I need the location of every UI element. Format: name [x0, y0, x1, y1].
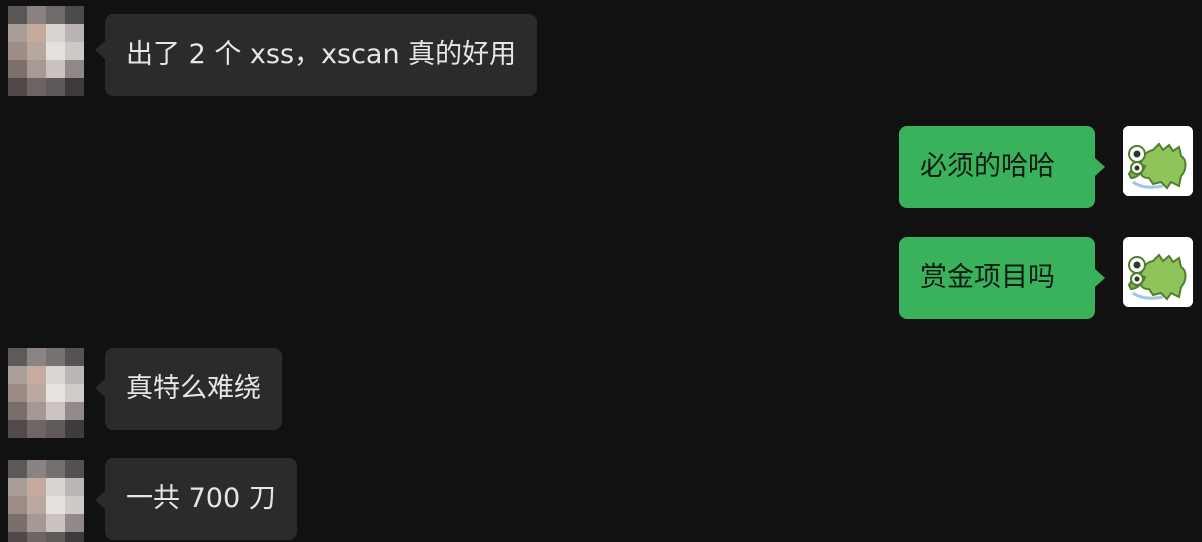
message-bubble[interactable]: 一共 700 刀	[105, 458, 297, 540]
message-text: 赏金项目吗	[920, 262, 1055, 293]
message-row: 一共 700 刀	[0, 452, 1202, 542]
message-text: 一共 700 刀	[126, 483, 276, 514]
bubble-tail	[95, 379, 105, 397]
message-bubble[interactable]: 赏金项目吗	[899, 237, 1095, 319]
message-bubble[interactable]: 真特么难绕	[105, 348, 282, 430]
message-text: 必须的哈哈	[920, 151, 1055, 182]
green-crocodile-sticker-avatar[interactable]	[1123, 237, 1193, 307]
message-row: 出了 2 个 xss，xscan 真的好用	[0, 0, 1202, 100]
message-text: 真特么难绕	[126, 373, 261, 404]
bubble-tail	[95, 41, 105, 59]
message-bubble[interactable]: 出了 2 个 xss，xscan 真的好用	[105, 14, 538, 96]
avatar[interactable]	[8, 6, 84, 96]
chat-window: 出了 2 个 xss，xscan 真的好用 必须的哈哈 赏金项目吗 真特么难绕 …	[0, 0, 1202, 542]
bubble-tail	[95, 491, 105, 509]
bubble-tail	[1095, 158, 1105, 176]
message-text: 出了 2 个 xss，xscan 真的好用	[126, 39, 517, 70]
bubble-tail	[1095, 269, 1105, 287]
message-row: 必须的哈哈	[0, 118, 1202, 218]
message-row: 真特么难绕	[0, 340, 1202, 450]
message-bubble[interactable]: 必须的哈哈	[899, 126, 1095, 208]
avatar[interactable]	[8, 348, 84, 438]
crocodile-icon	[1123, 126, 1193, 196]
avatar[interactable]	[8, 460, 84, 542]
message-row: 赏金项目吗	[0, 228, 1202, 328]
green-crocodile-sticker-avatar[interactable]	[1123, 126, 1193, 196]
crocodile-icon	[1123, 237, 1193, 307]
